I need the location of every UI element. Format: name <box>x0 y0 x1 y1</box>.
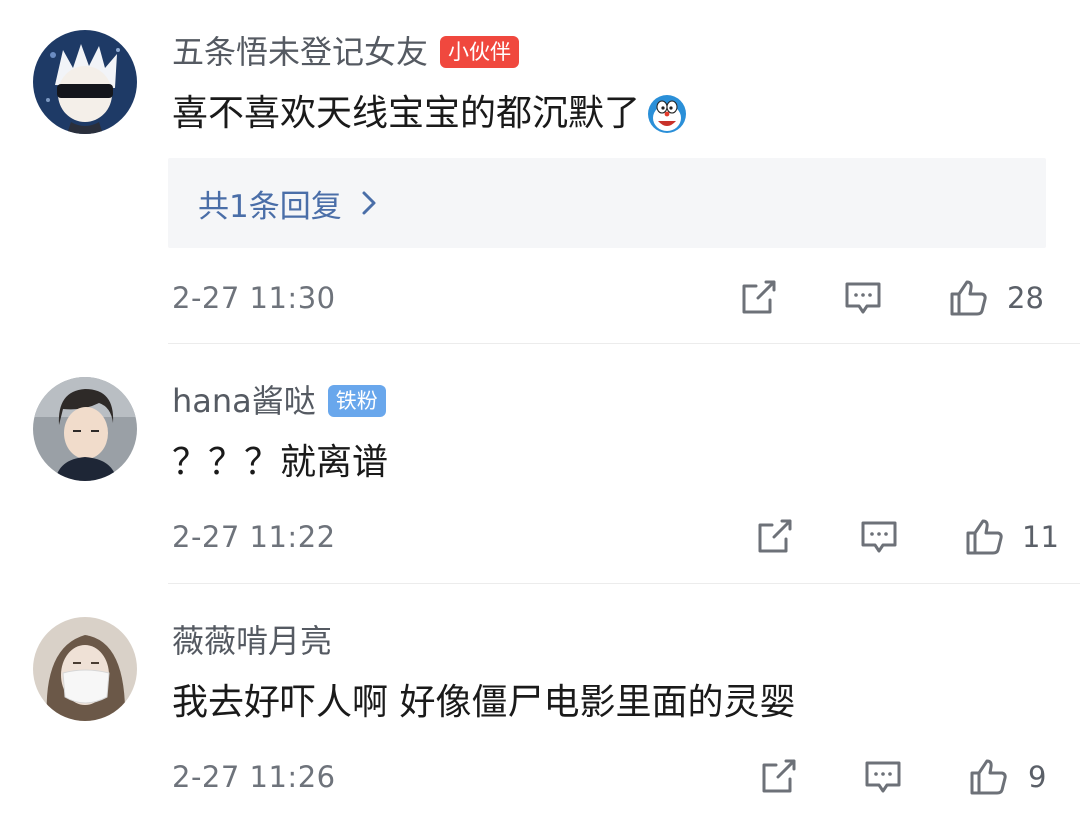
comment-icon[interactable] <box>841 276 885 320</box>
like-count: 28 <box>1007 281 1044 315</box>
comment-content: ？？？就离谱 <box>172 441 388 485</box>
comment-content: 喜不喜欢天线宝宝的都沉默了 <box>172 92 688 136</box>
name-row: 五条悟未登记女友 小伙伴 <box>172 32 520 72</box>
thumbs-up-icon[interactable] <box>946 276 990 320</box>
comment-item: 五条悟未登记女友 小伙伴 喜不喜欢天线宝宝的都沉默了 共1条回复 2-27 11… <box>0 0 1080 345</box>
divider <box>168 343 1080 344</box>
comment-icon[interactable] <box>857 515 901 559</box>
comment-item: hana酱哒 铁粉 ？？？就离谱 2-27 11:22 11 <box>0 345 1080 585</box>
thumbs-up-icon[interactable] <box>966 755 1010 799</box>
comment-icon[interactable] <box>861 755 905 799</box>
share-icon[interactable] <box>752 515 796 559</box>
username[interactable]: hana酱哒 <box>172 381 316 421</box>
comment-text: 喜不喜欢天线宝宝的都沉默了 <box>172 93 641 134</box>
replies-count-label: 共1条回复 <box>198 188 342 225</box>
divider <box>168 583 1080 584</box>
view-replies-button[interactable]: 共1条回复 <box>168 158 1046 248</box>
name-row: 薇薇啃月亮 <box>172 621 332 661</box>
fan-badge: 铁粉 <box>327 385 386 417</box>
comment-timestamp: 2-27 11:22 <box>172 520 336 554</box>
comment-text: ？？？就离谱 <box>172 442 389 483</box>
comment-timestamp: 2-27 11:30 <box>172 281 336 315</box>
comment-item: 薇薇啃月亮 我去好吓人啊 好像僵尸电影里面的灵婴 2-27 11:26 9 <box>0 585 1080 835</box>
fan-badge: 小伙伴 <box>440 36 520 68</box>
share-icon[interactable] <box>756 755 800 799</box>
share-icon[interactable] <box>736 276 780 320</box>
avatar[interactable] <box>33 617 137 721</box>
doraemon-emoji-icon <box>646 93 688 135</box>
thumbs-up-icon[interactable] <box>962 515 1006 559</box>
avatar[interactable] <box>33 30 137 134</box>
comment-timestamp: 2-27 11:26 <box>172 760 336 794</box>
like-count: 11 <box>1022 520 1059 554</box>
comment-text: 我去好吓人啊 好像僵尸电影里面的灵婴 <box>172 682 796 723</box>
like-count: 9 <box>1028 760 1047 794</box>
name-row: hana酱哒 铁粉 <box>172 381 386 421</box>
avatar[interactable] <box>33 377 137 481</box>
comment-content: 我去好吓人啊 好像僵尸电影里面的灵婴 <box>172 681 795 725</box>
username[interactable]: 五条悟未登记女友 <box>172 32 428 72</box>
chevron-right-icon <box>360 189 378 217</box>
username[interactable]: 薇薇啃月亮 <box>172 621 332 661</box>
